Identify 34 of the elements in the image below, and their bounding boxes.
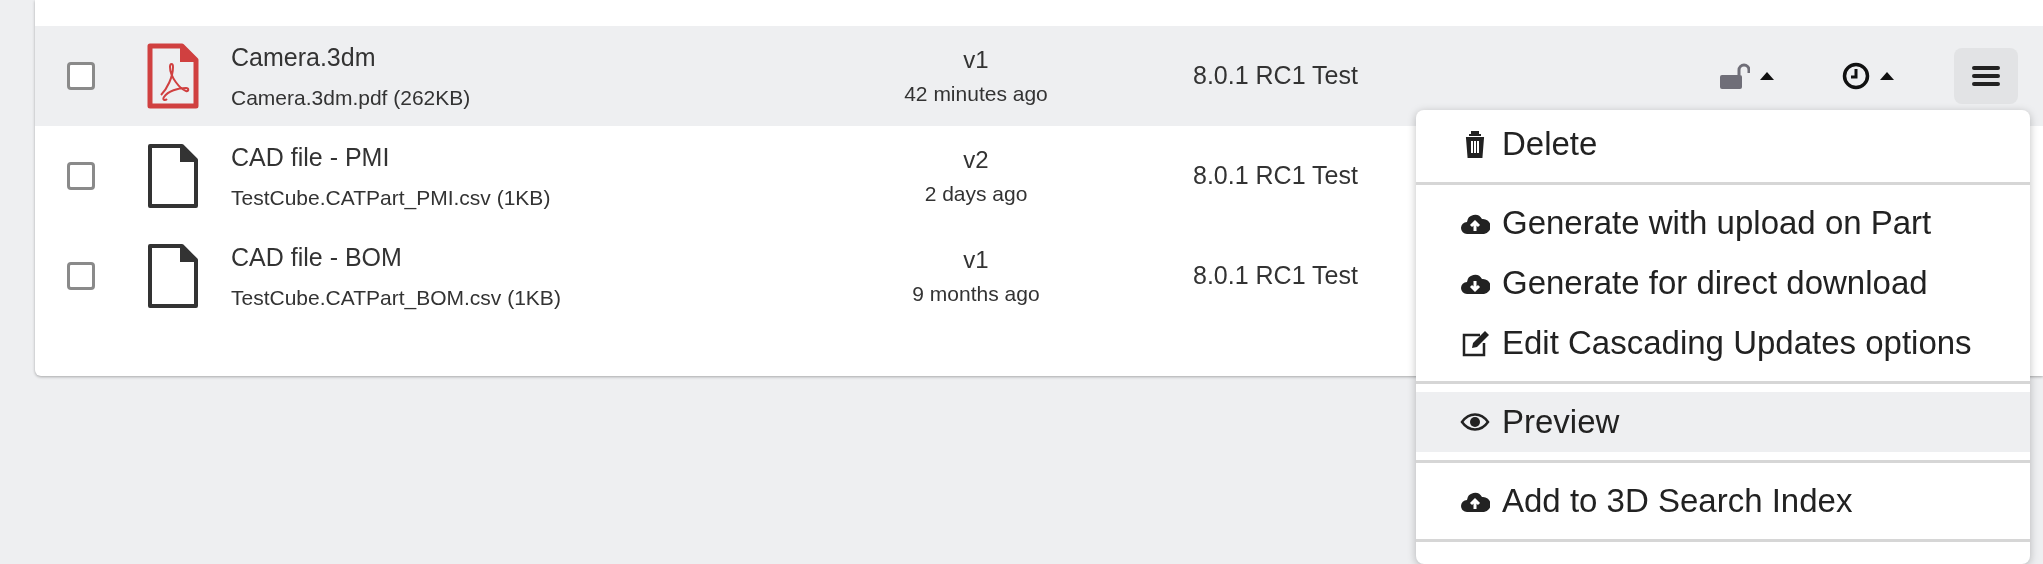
version-age: 2 days ago — [923, 181, 1029, 208]
menu-item[interactable]: Edit Cascading Updates options — [1416, 313, 2030, 373]
file-title: Camera.3dm — [231, 41, 377, 73]
release-label: 8.0.1 RC1 Test — [1193, 60, 1358, 92]
file-name: TestCube.CATPart_PMI.csv (1KB) — [231, 185, 552, 212]
checkbox[interactable] — [67, 262, 95, 290]
version-label: v2 — [962, 145, 990, 176]
file-name: TestCube.CATPart_BOM.csv (1KB) — [231, 285, 562, 312]
file-title: CAD file - BOM — [231, 241, 403, 273]
caret-icon — [1760, 72, 1774, 80]
menu-item[interactable]: Generate with upload on Part — [1416, 193, 2030, 253]
file-icon — [147, 143, 199, 209]
menu-icon — [1972, 65, 2000, 87]
menu-item[interactable]: Delete — [1416, 114, 2030, 174]
version-age: 42 minutes ago — [903, 81, 1049, 108]
file-title: CAD file - PMI — [231, 141, 391, 173]
release-label: 8.0.1 RC1 Test — [1193, 160, 1358, 192]
clock-icon — [1842, 62, 1870, 90]
unlocked-icon — [1720, 63, 1750, 89]
release-label: 8.0.1 RC1 Test — [1193, 260, 1358, 292]
version-label: v1 — [962, 245, 990, 276]
menu-button[interactable] — [1954, 48, 2018, 104]
menu-item[interactable]: Add to 3D Search Index — [1416, 471, 2030, 531]
version-label: v1 — [962, 45, 990, 76]
edit-icon — [1460, 328, 1490, 358]
version-age: 9 months ago — [911, 281, 1041, 308]
menu-item[interactable]: Preview — [1416, 392, 2030, 452]
pdf-file-icon — [147, 43, 199, 109]
menu-item[interactable]: Generate for direct download — [1416, 253, 2030, 313]
file-icon — [147, 243, 199, 309]
checkbox[interactable] — [67, 62, 95, 90]
caret-icon — [1880, 72, 1894, 80]
file-name: Camera.3dm.pdf (262KB) — [231, 85, 472, 111]
checkbox[interactable] — [67, 162, 95, 190]
